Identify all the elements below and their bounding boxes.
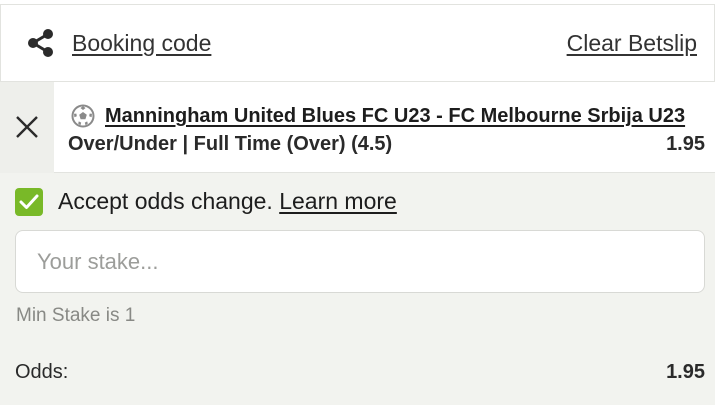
clear-betslip-link[interactable]: Clear Betslip: [567, 30, 697, 57]
total-odds-value: 1.95: [666, 361, 705, 383]
share-icon[interactable]: [25, 28, 55, 58]
accept-odds-row: Accept odds change. Learn more: [58, 188, 397, 215]
accept-odds-checkbox[interactable]: [15, 188, 43, 216]
checkmark-icon: [19, 194, 39, 209]
betslip-header: Booking code Clear Betslip: [0, 5, 715, 82]
remove-selection-button[interactable]: [0, 82, 54, 173]
total-odds-label: Odds:: [15, 361, 69, 383]
match-name-link[interactable]: Manningham United Blues FC U23 - FC Melb…: [105, 105, 685, 128]
betslip: Booking code Clear Betslip Manningham Un…: [0, 0, 715, 405]
min-stake-hint: Min Stake is 1: [16, 305, 136, 326]
booking-code-link[interactable]: Booking code: [72, 30, 211, 57]
learn-more-link[interactable]: Learn more: [279, 188, 397, 214]
accept-odds-label: Accept odds change.: [58, 188, 273, 214]
football-icon: [71, 104, 95, 128]
market-label: Over/Under | Full Time (Over) (4.5): [68, 133, 393, 155]
selection-odds: 1.95: [666, 133, 705, 155]
stake-input[interactable]: [15, 230, 705, 293]
close-icon[interactable]: [14, 114, 40, 140]
